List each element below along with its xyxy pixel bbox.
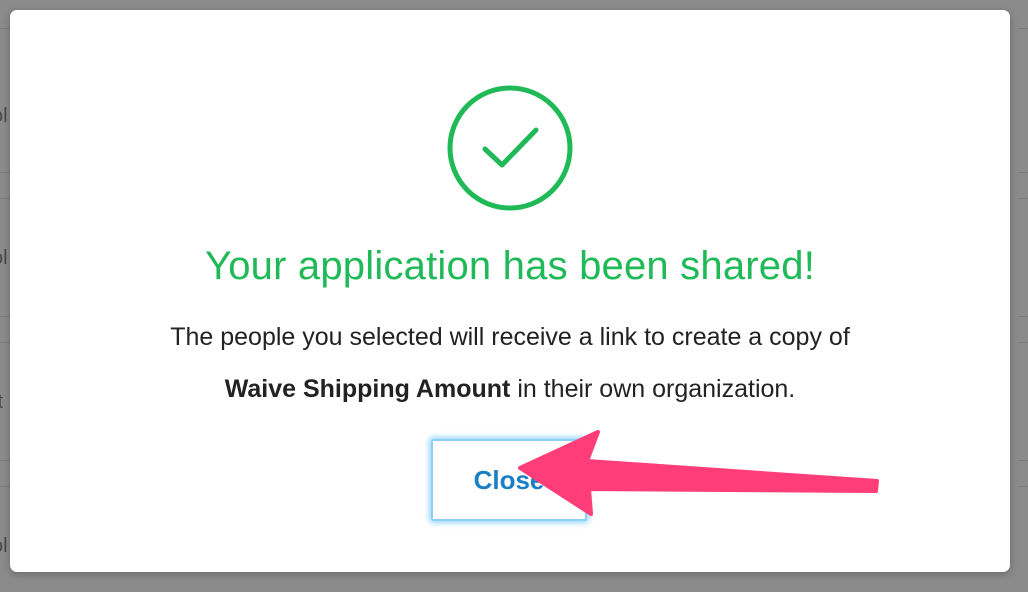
application-name: Waive Shipping Amount (224, 375, 511, 403)
background-divider (0, 28, 10, 29)
message-text: The people you selected will receive a l… (170, 323, 850, 351)
background-divider (0, 316, 10, 317)
background-divider (0, 460, 10, 461)
close-button[interactable]: Close (431, 439, 587, 521)
modal-message: The people you selected will receive a l… (50, 311, 970, 415)
background-divider (1018, 172, 1028, 173)
modal-title: Your application has been shared! (204, 244, 816, 288)
background-divider (0, 342, 10, 343)
background-divider (1018, 486, 1028, 487)
background-divider (1018, 342, 1028, 343)
background-divider (0, 486, 10, 487)
background-divider (1018, 28, 1028, 29)
background-divider (0, 198, 10, 199)
share-success-modal: Your application has been shared! The pe… (10, 10, 1010, 572)
background-divider (1018, 316, 1028, 317)
check-circle-icon (447, 85, 573, 211)
background-divider (1018, 198, 1028, 199)
message-text: in their own organization. (517, 375, 796, 403)
background-divider (1018, 460, 1028, 461)
background-divider (0, 172, 10, 173)
